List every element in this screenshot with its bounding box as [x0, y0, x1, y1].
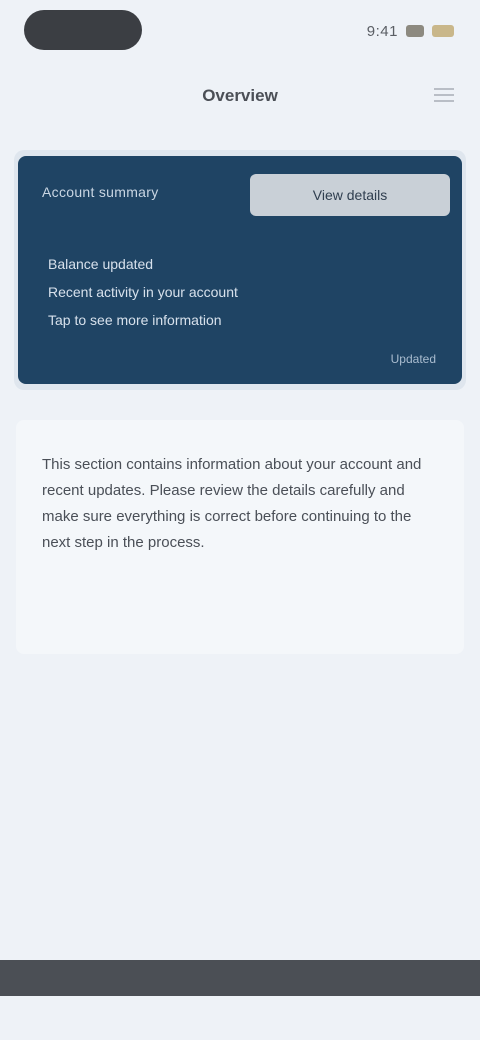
- view-details-button[interactable]: View details: [250, 174, 450, 216]
- top-header: Overview: [0, 64, 480, 128]
- menu-line: [434, 94, 454, 96]
- status-bar: 9:41: [0, 0, 480, 64]
- content-paragraph: This section contains information about …: [42, 456, 422, 551]
- menu-icon[interactable]: [434, 88, 454, 102]
- bottom-bar: [0, 996, 480, 1040]
- signal-icon: [406, 25, 424, 37]
- account-card-line-2: Recent activity in your account: [48, 284, 238, 300]
- status-time: 9:41: [366, 22, 398, 40]
- menu-line: [434, 100, 454, 102]
- account-card-line-3: Tap to see more information: [48, 312, 222, 328]
- page-title: Overview: [202, 86, 278, 105]
- dynamic-island: [24, 10, 142, 50]
- status-icons: 9:41: [367, 18, 454, 44]
- account-card-footer: Updated: [390, 352, 436, 366]
- menu-line: [434, 88, 454, 90]
- battery-icon: [432, 25, 454, 37]
- account-card-label: Account summary: [42, 184, 159, 200]
- account-card[interactable]: Account summary View details Balance upd…: [18, 156, 462, 384]
- account-card-line-1: Balance updated: [48, 256, 154, 272]
- bottom-divider: [0, 960, 480, 996]
